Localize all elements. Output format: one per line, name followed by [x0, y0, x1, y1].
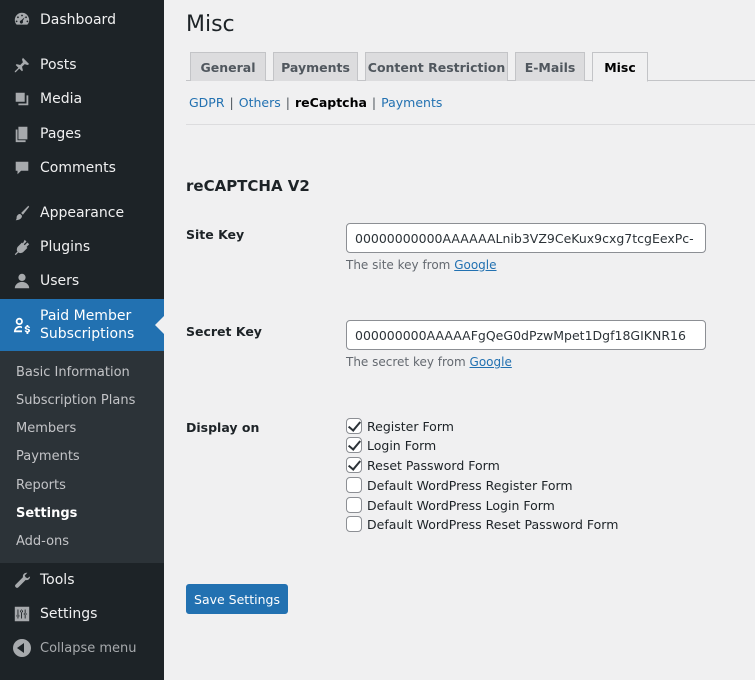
option-label: Default WordPress Login Form — [367, 497, 555, 513]
option-label: Register Form — [367, 418, 454, 434]
subtab-gdpr[interactable]: GDPR — [189, 95, 225, 110]
site-key-desc-text: The site key from — [346, 258, 451, 272]
menu-label: Dashboard — [40, 12, 116, 28]
site-key-label: Site Key — [186, 227, 245, 242]
subtab-nav: GDPR | Others | reCaptcha | Payments — [189, 95, 442, 110]
submenu-subscription-plans[interactable]: Subscription Plans — [16, 393, 135, 408]
menu-label: Media — [40, 91, 83, 107]
option-default-wp-register-form[interactable]: Default WordPress Register Form — [346, 477, 573, 493]
menu-posts[interactable]: Posts — [0, 48, 164, 82]
sliders-icon — [12, 604, 32, 624]
secret-key-google-link[interactable]: Google — [470, 355, 512, 369]
site-key-google-link[interactable]: Google — [454, 258, 496, 272]
secret-key-input[interactable] — [346, 320, 706, 350]
pin-icon — [12, 55, 32, 75]
secret-key-description: The secret key from Google — [346, 355, 512, 369]
page-title: Misc — [186, 12, 235, 37]
settings-tabs: General Payments Content Restriction E-M… — [186, 52, 755, 82]
option-default-wp-login-form[interactable]: Default WordPress Login Form — [346, 497, 555, 513]
checkbox-default-wp-login-form[interactable] — [346, 497, 362, 513]
option-label: Default WordPress Register Form — [367, 477, 573, 493]
menu-label: Pages — [40, 126, 82, 142]
menu-users[interactable]: Users — [0, 264, 164, 298]
collapse-menu-label: Collapse menu — [40, 640, 137, 656]
menu-appearance[interactable]: Appearance — [0, 196, 164, 230]
submenu-settings[interactable]: Settings — [16, 506, 77, 521]
tab-general[interactable]: General — [190, 52, 266, 81]
submenu-add-ons[interactable]: Add-ons — [16, 534, 69, 549]
main-content: Misc General Payments Content Restrictio… — [164, 0, 755, 680]
display-on-label: Display on — [186, 420, 260, 435]
option-reset-password-form[interactable]: Reset Password Form — [346, 457, 500, 473]
subtab-separator: | — [371, 95, 377, 110]
menu-settings[interactable]: Settings — [0, 597, 164, 631]
checkbox-reset-password-form[interactable] — [346, 457, 362, 473]
menu-tools[interactable]: Tools — [0, 563, 164, 597]
members-icon — [12, 315, 32, 335]
menu-media[interactable]: Media — [0, 82, 164, 116]
checkbox-login-form[interactable] — [346, 437, 362, 453]
menu-label: Settings — [40, 606, 98, 622]
collapse-menu-button[interactable]: Collapse menu — [0, 636, 164, 660]
save-settings-button[interactable]: Save Settings — [186, 584, 288, 614]
wrench-icon — [12, 570, 32, 590]
secret-key-label: Secret Key — [186, 324, 262, 339]
menu-label: Plugins — [40, 239, 91, 255]
collapse-arrow-icon — [13, 639, 31, 657]
tab-content-restriction[interactable]: Content Restriction — [365, 52, 508, 81]
checkbox-default-wp-register-form[interactable] — [346, 477, 362, 493]
menu-label-group: Paid Member Subscriptions — [40, 307, 134, 343]
menu-label: Posts — [40, 57, 77, 73]
user-icon — [12, 271, 32, 291]
menu-dashboard[interactable]: Dashboard — [0, 3, 164, 37]
subtab-separator: | — [229, 95, 234, 110]
divider — [186, 124, 755, 125]
menu-label: Users — [40, 273, 80, 289]
option-label: Login Form — [367, 437, 437, 453]
comment-icon — [12, 158, 32, 178]
section-title: reCAPTCHA V2 — [186, 177, 310, 195]
menu-plugins[interactable]: Plugins — [0, 230, 164, 264]
option-login-form[interactable]: Login Form — [346, 437, 436, 453]
secret-key-desc-text: The secret key from — [346, 355, 466, 369]
brush-icon — [12, 203, 32, 223]
tab-misc[interactable]: Misc — [592, 52, 648, 82]
subtab-separator: | — [285, 95, 290, 110]
option-label: Default WordPress Reset Password Form — [367, 516, 619, 532]
submenu-reports[interactable]: Reports — [16, 478, 66, 493]
site-key-input[interactable] — [346, 223, 706, 253]
tab-e-mails[interactable]: E-Mails — [515, 52, 585, 81]
pages-icon — [12, 124, 32, 144]
menu-label: Tools — [40, 572, 75, 588]
checkbox-register-form[interactable] — [346, 418, 362, 434]
menu-label: Appearance — [40, 205, 125, 221]
menu-pages[interactable]: Pages — [0, 117, 164, 151]
submenu-payments[interactable]: Payments — [16, 449, 80, 464]
submenu-paid-member-subscriptions: Basic Information Subscription Plans Mem… — [0, 351, 164, 563]
subtab-payments[interactable]: Payments — [381, 95, 442, 110]
menu-label-line2: Subscriptions — [40, 326, 135, 342]
subtab-others[interactable]: Others — [239, 95, 281, 110]
admin-sidebar: Dashboard Posts Media Pages Comments App… — [0, 0, 164, 680]
submenu-members[interactable]: Members — [16, 421, 76, 436]
option-register-form[interactable]: Register Form — [346, 418, 454, 434]
menu-comments[interactable]: Comments — [0, 151, 164, 185]
menu-paid-member-subscriptions[interactable]: Paid Member Subscriptions — [0, 299, 164, 351]
checkbox-default-wp-reset-password-form[interactable] — [346, 516, 362, 532]
dashboard-icon — [12, 10, 32, 30]
menu-label: Comments — [40, 160, 116, 176]
active-menu-arrow — [155, 316, 164, 334]
media-icon — [12, 89, 32, 109]
option-default-wp-reset-password-form[interactable]: Default WordPress Reset Password Form — [346, 516, 618, 532]
subtab-recaptcha[interactable]: reCaptcha — [295, 95, 367, 110]
tab-payments[interactable]: Payments — [273, 52, 358, 81]
site-key-description: The site key from Google — [346, 258, 497, 272]
plugin-icon — [12, 237, 32, 257]
submenu-basic-information[interactable]: Basic Information — [16, 365, 130, 380]
option-label: Reset Password Form — [367, 457, 500, 473]
menu-label-line1: Paid Member — [40, 308, 132, 324]
